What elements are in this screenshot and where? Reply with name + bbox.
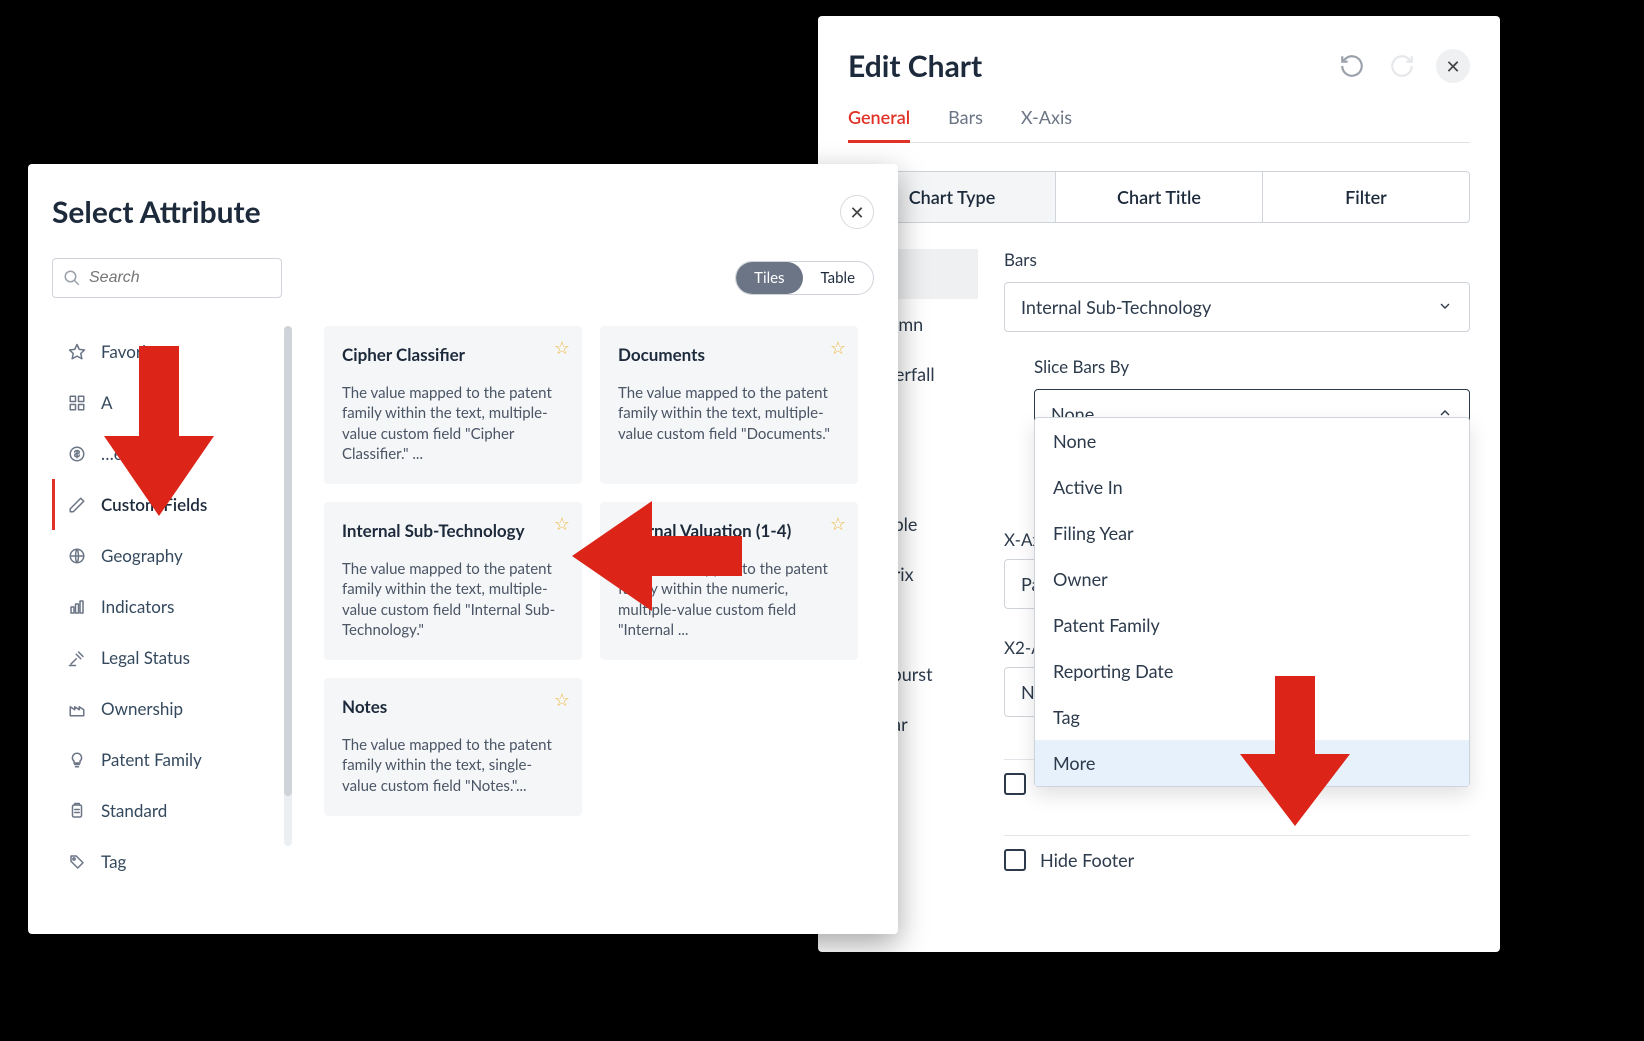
bars-select[interactable]: Internal Sub-Technology [1004,282,1470,332]
tile-description: The value mapped to the patent family wi… [342,559,564,640]
dropdown-option[interactable]: Filing Year [1035,510,1469,556]
star-icon[interactable]: ☆ [554,512,570,535]
category-item[interactable]: Geography [52,530,276,581]
seg-filter[interactable]: Filter [1263,171,1470,223]
category-label: Geography [101,545,183,566]
bars-label: Bars [1004,249,1470,270]
dropdown-option[interactable]: More [1035,740,1469,786]
tile-title: Internal Valuation (1-4) [618,520,840,541]
slice-dropdown: NoneActive InFiling YearOwnerPatent Fami… [1034,417,1470,787]
star-icon[interactable]: ☆ [830,512,846,535]
category-label: Tag [101,851,126,872]
edit-chart-panel: Edit Chart ✕ General Bars X-Axis Chart T… [818,16,1500,952]
star-icon[interactable]: ☆ [830,336,846,359]
tile-title: Notes [342,696,564,717]
category-item[interactable]: Indicators [52,581,276,632]
seg-chart-title[interactable]: Chart Title [1056,171,1263,223]
pencil-icon [67,495,87,515]
view-toggle: Tiles Table [735,261,874,295]
tile-title: Internal Sub-Technology [342,520,564,541]
category-label: Indicators [101,596,174,617]
tab-bars[interactable]: Bars [948,106,983,143]
hide-footer-checkbox[interactable] [1004,849,1026,871]
search-icon [63,269,81,287]
tile-title: Documents [618,344,840,365]
dropdown-option[interactable]: Tag [1035,694,1469,740]
segment-control: Chart Type Chart Title Filter [848,171,1470,223]
grid-icon [67,393,87,413]
category-item[interactable]: Tag [52,836,276,887]
view-toggle-table[interactable]: Table [803,262,873,294]
category-label: Custom Fields [101,494,207,515]
select-attribute-panel: Select Attribute ✕ Tiles Table Favorites… [28,164,898,934]
close-button[interactable]: ✕ [1436,49,1470,83]
tile-description: The value mapped to the patent family wi… [618,559,840,640]
category-label: Standard [101,800,167,821]
dropdown-option[interactable]: Patent Family [1035,602,1469,648]
tabs: General Bars X-Axis [848,106,1470,143]
slice-label: Slice Bars By [1034,356,1470,377]
attribute-tile[interactable]: ☆ Internal Valuation (1-4) The value map… [600,502,858,660]
factory-icon [67,699,87,719]
category-label: …es [101,443,130,464]
category-item[interactable]: Favorites [52,326,276,377]
view-toggle-tiles[interactable]: Tiles [736,262,802,294]
tile-description: The value mapped to the patent family wi… [618,383,840,444]
chart-config-form: Bars Internal Sub-Technology Slice Bars … [1004,249,1470,843]
tile-title: Cipher Classifier [342,344,564,365]
bulb-icon [67,750,87,770]
panel-title: Edit Chart [848,48,982,84]
bars-value: Internal Sub-Technology [1021,296,1211,318]
chevron-down-icon [1437,296,1453,318]
category-label: Patent Family [101,749,202,770]
category-label: Legal Status [101,647,190,668]
globe-icon [67,546,87,566]
category-item[interactable]: Legal Status [52,632,276,683]
redo-button[interactable] [1386,50,1418,82]
attribute-tile[interactable]: ☆ Internal Sub-Technology The value mapp… [324,502,582,660]
gavel-icon [67,648,87,668]
tiles-grid: ☆ Cipher Classifier The value mapped to … [294,326,874,926]
category-item[interactable]: Ownership [52,683,276,734]
dropdown-option[interactable]: Owner [1035,556,1469,602]
star-icon[interactable]: ☆ [554,688,570,711]
star-icon[interactable]: ☆ [554,336,570,359]
tab-xaxis[interactable]: X-Axis [1021,106,1072,143]
category-list: Favorites A …es Custom Fields Geography Indic… [52,326,276,926]
category-label: Favorites [101,341,169,362]
dropdown-option[interactable]: None [1035,418,1469,464]
star-icon [67,342,87,362]
checkbox[interactable] [1004,773,1026,795]
undo-button[interactable] [1336,50,1368,82]
search-input[interactable] [89,269,271,287]
category-item[interactable]: …es [52,428,276,479]
search-input-wrap[interactable] [52,258,282,298]
dropdown-option[interactable]: Reporting Date [1035,648,1469,694]
tile-description: The value mapped to the patent family wi… [342,735,564,796]
scrollbar[interactable] [284,326,292,846]
category-item[interactable]: Custom Fields [52,479,276,530]
attribute-tile[interactable]: ☆ Cipher Classifier The value mapped to … [324,326,582,484]
category-label: Ownership [101,698,183,719]
hide-footer-label: Hide Footer [1040,849,1134,871]
category-item[interactable]: A [52,377,276,428]
attribute-tile[interactable]: ☆ Notes The value mapped to the patent f… [324,678,582,816]
dropdown-option[interactable]: Active In [1035,464,1469,510]
tile-description: The value mapped to the patent family wi… [342,383,564,464]
category-item[interactable]: Standard [52,785,276,836]
dollar-icon [67,444,87,464]
panel-title: Select Attribute [52,194,261,230]
category-item[interactable]: Patent Family [52,734,276,785]
tag-icon [67,852,87,872]
close-button[interactable]: ✕ [840,195,874,229]
bars-icon [67,597,87,617]
tab-general[interactable]: General [848,106,910,143]
category-label: A [101,392,113,413]
clipboard-icon [67,801,87,821]
attribute-tile[interactable]: ☆ Documents The value mapped to the pate… [600,326,858,484]
